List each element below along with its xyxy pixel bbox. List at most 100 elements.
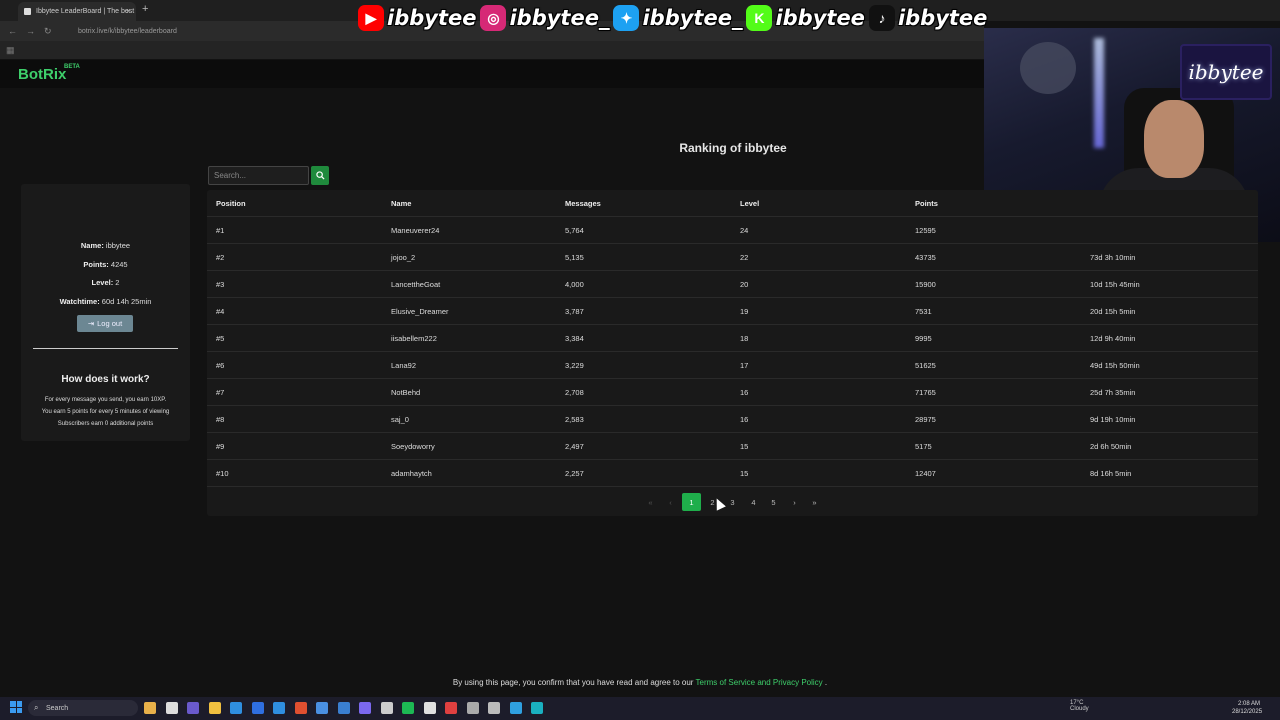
cell-name[interactable]: NotBehd (391, 379, 420, 406)
site-header (0, 60, 984, 88)
page-5-button[interactable]: 5 (764, 493, 783, 511)
logout-button[interactable]: ⇥ Log out (77, 315, 133, 332)
table-row: #9 Soeydoworry 2,497 15 5175 2d 6h 50min (207, 433, 1258, 460)
taskbar-app-icon[interactable] (144, 702, 156, 714)
cell-name[interactable]: jojoo_2 (391, 244, 415, 271)
cell-name[interactable]: Soeydoworry (391, 433, 435, 460)
new-tab-icon[interactable]: + (142, 3, 148, 15)
cell-level: 24 (740, 226, 749, 235)
close-tab-icon[interactable]: × (126, 6, 131, 16)
page-3-button[interactable]: 3 (723, 493, 742, 511)
streamer-head (1144, 100, 1204, 178)
instagram-icon: ◎ (480, 5, 507, 31)
watchtime-value: 60d 14h 25min (101, 297, 152, 306)
taskbar-app-icon[interactable] (251, 702, 264, 714)
taskbar-search-icon: ⌕ (34, 703, 39, 712)
cell-position: #10 (216, 469, 229, 478)
name-value: ibbytee (105, 241, 131, 250)
social-handle: ibbytee_ (642, 6, 743, 30)
header-level[interactable]: Level (740, 190, 759, 217)
taskbar-app-icon[interactable] (294, 702, 307, 714)
wall-emblem (1020, 42, 1076, 94)
taskbar-app-icon[interactable] (187, 702, 199, 714)
taskbar-app-icon[interactable] (380, 702, 393, 714)
taskbar-app-icon[interactable] (466, 702, 479, 714)
table-row: #7 NotBehd 2,708 16 71765 25d 7h 35min (207, 379, 1258, 406)
cell-watchtime: 25d 7h 35min (1090, 388, 1136, 397)
social-twitter: ✦ ibbytee_ (613, 5, 742, 31)
forward-icon[interactable]: → (26, 26, 35, 36)
cell-watchtime: 9d 19h 10min (1090, 415, 1136, 424)
taskbar-app-icon[interactable] (402, 702, 414, 714)
page-4-button[interactable]: 4 (744, 493, 763, 511)
taskbar-search-label: Search (46, 704, 69, 712)
cell-position: #7 (216, 388, 225, 397)
beta-badge: BETA (64, 64, 80, 70)
apps-grid-icon[interactable]: ▦ (6, 45, 15, 56)
table-header-row: Position Name Messages Level Points (207, 190, 1258, 217)
cell-messages: 4,000 (565, 280, 584, 289)
cell-position: #9 (216, 442, 225, 451)
tab-title: Ibbytee LeaderBoard | The best (36, 8, 135, 15)
cell-messages: 2,708 (565, 388, 584, 397)
cell-points: 7531 (915, 307, 932, 316)
page-1-button[interactable]: 1 (682, 493, 701, 511)
cell-messages: 3,229 (565, 361, 584, 370)
cell-points: 12407 (915, 469, 936, 478)
cell-name[interactable]: Maneuverer24 (391, 217, 439, 244)
profile-watchtime: Watchtime: 60d 14h 25min (21, 297, 190, 306)
cell-name[interactable]: Elusive_Dreamer (391, 298, 449, 325)
level-value: 2 (115, 278, 120, 287)
header-points[interactable]: Points (915, 190, 938, 217)
taskbar-app-icon[interactable] (337, 702, 350, 714)
browser-tab[interactable]: Ibbytee LeaderBoard | The best × (18, 2, 136, 21)
how-line: Subscribers earn 0 additional points (57, 421, 154, 427)
header-name[interactable]: Name (391, 190, 411, 217)
back-icon[interactable]: ← (8, 26, 17, 36)
cell-points: 43735 (915, 253, 936, 262)
taskbar-app-icon[interactable] (316, 702, 328, 714)
cell-level: 15 (740, 442, 749, 451)
level-label: Level: (91, 278, 114, 287)
taskbar-search[interactable]: ⌕ Search (28, 700, 138, 716)
next-page-button[interactable]: › (785, 493, 804, 511)
search-input[interactable] (208, 166, 309, 185)
prev-page-button[interactable]: ‹ (661, 493, 680, 511)
taskbar-app-icon[interactable] (165, 702, 178, 714)
terms-link[interactable]: Terms of Service and Privacy Policy (696, 678, 823, 687)
taskbar-app-icon[interactable] (359, 702, 371, 714)
cell-points: 5175 (915, 442, 932, 451)
last-page-button[interactable]: » (805, 493, 824, 511)
profile-sidebar: Name: ibbytee Points: 4245 Level: 2 Watc… (21, 184, 190, 441)
search-button[interactable] (311, 166, 329, 185)
cell-name[interactable]: saj_0 (391, 406, 409, 433)
reload-icon[interactable]: ↻ (44, 26, 52, 37)
header-position[interactable]: Position (216, 190, 246, 217)
social-handle: ibbytee (387, 6, 477, 30)
first-page-button[interactable]: « (641, 493, 660, 511)
taskbar-clock[interactable]: 2:08 AM 28/12/2025 (1232, 700, 1262, 716)
botrix-logo[interactable]: BotRix (18, 66, 66, 83)
leaderboard-table: Position Name Messages Level Points #1 Ma… (207, 190, 1258, 516)
cell-messages: 2,583 (565, 415, 584, 424)
sidebar-divider (33, 348, 178, 349)
taskbar-app-icon[interactable] (509, 702, 522, 714)
taskbar-app-icon[interactable] (273, 702, 285, 714)
taskbar-app-icon[interactable] (208, 702, 221, 714)
table-row: #8 saj_0 2,583 16 28975 9d 19h 10min (207, 406, 1258, 433)
windows-start-icon[interactable] (10, 701, 22, 713)
taskbar-app-icon[interactable] (531, 702, 543, 714)
taskbar-app-icon[interactable] (445, 702, 457, 714)
weather-widget[interactable]: 17°C Cloudy (1070, 700, 1089, 712)
cell-name[interactable]: Lana92 (391, 352, 416, 379)
taskbar-app-icon[interactable] (488, 702, 500, 714)
header-messages[interactable]: Messages (565, 190, 601, 217)
cell-name[interactable]: LancettheGoat (391, 271, 440, 298)
logout-label: Log out (97, 319, 123, 328)
cell-messages: 2,497 (565, 442, 584, 451)
cell-name[interactable]: adamhaytch (391, 460, 432, 487)
taskbar-app-icon[interactable] (423, 702, 436, 714)
cell-name[interactable]: iisabellem222 (391, 325, 437, 352)
cell-watchtime: 10d 15h 45min (1090, 280, 1140, 289)
taskbar-app-icon[interactable] (230, 702, 242, 714)
